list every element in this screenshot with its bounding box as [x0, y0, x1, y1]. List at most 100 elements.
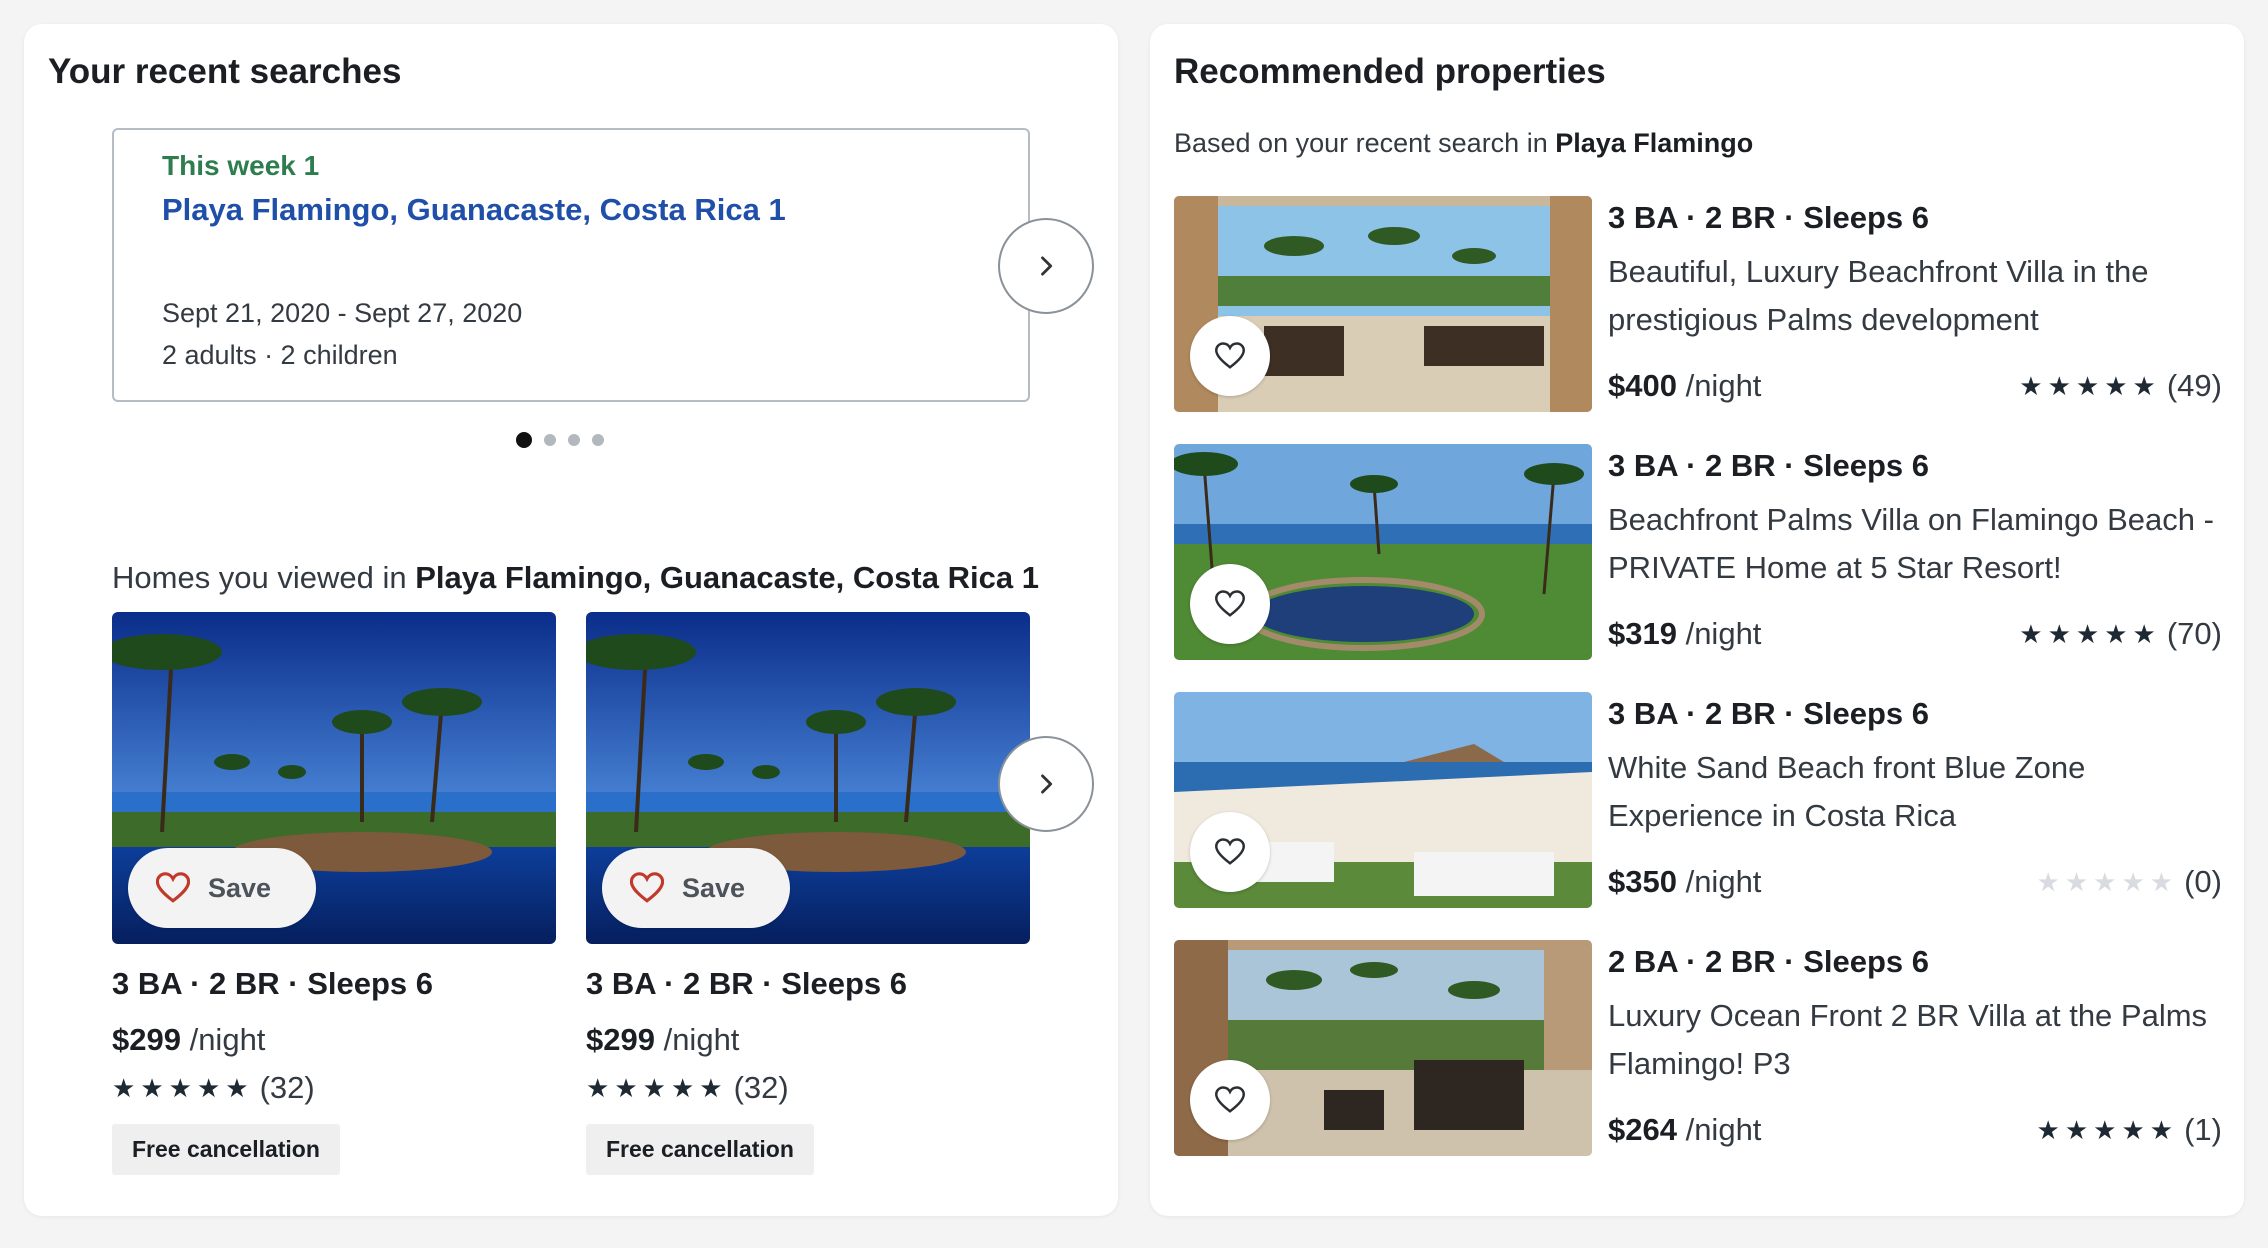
favorite-button[interactable]: [1190, 812, 1270, 892]
property-title-link[interactable]: White Sand Beach front Blue Zone Experie…: [1608, 744, 2218, 840]
search-pager: [516, 432, 604, 448]
star-icon: ★: [2064, 1114, 2090, 1145]
property-rating: ★ ★ ★ ★ ★ (49): [2019, 368, 2222, 404]
recent-searches-panel: Your recent searches This week 1 Playa F…: [24, 24, 1118, 1216]
star-icon: ★: [2104, 370, 2129, 401]
star-icon: ★: [2121, 1114, 2146, 1145]
property-rating: ★ ★ ★ ★ ★ (0): [2037, 864, 2222, 900]
star-icon: ★: [2149, 1114, 2175, 1145]
recommended-property[interactable]: 3 BA · 2 BR · Sleeps 6 White Sand Beach …: [1174, 692, 2222, 908]
recent-search-card[interactable]: This week 1 Playa Flamingo, Guanacaste, …: [112, 128, 1030, 402]
property-photo[interactable]: [1174, 196, 1592, 412]
recommended-property[interactable]: 2 BA · 2 BR · Sleeps 6 Luxury Ocean Fron…: [1174, 940, 2222, 1156]
heart-icon: [156, 872, 190, 903]
star-icon: ★: [2149, 866, 2175, 897]
star-icon: ★: [614, 1072, 639, 1103]
recommended-panel: Recommended properties Based on your rec…: [1150, 24, 2244, 1216]
pager-dot[interactable]: [544, 434, 556, 446]
based-place: Playa Flamingo: [1555, 128, 1754, 158]
recommended-property[interactable]: 3 BA · 2 BR · Sleeps 6 Beachfront Palms …: [1174, 444, 2222, 660]
price-unit: /night: [1676, 616, 1762, 651]
next-search-button[interactable]: [998, 218, 1094, 314]
recommended-title: Recommended properties: [1174, 52, 1606, 91]
star-icon: ★: [699, 1072, 724, 1103]
property-photo[interactable]: [1174, 940, 1592, 1156]
price-amount: $299: [586, 1022, 655, 1057]
recent-searches-title: Your recent searches: [48, 52, 402, 91]
price-amount: $350: [1608, 864, 1677, 899]
property-rating: ★ ★ ★ ★ ★ (70): [2019, 616, 2222, 652]
property-photo[interactable]: [1174, 692, 1592, 908]
star-icon: ★: [2019, 618, 2044, 649]
price-amount: $299: [112, 1022, 181, 1057]
home-photo[interactable]: Save: [586, 612, 1030, 944]
property-specs: 2 BA · 2 BR · Sleeps 6: [1608, 944, 1930, 979]
property-price: $319 /night: [1608, 616, 1761, 652]
heart-outline-icon: [1215, 342, 1245, 369]
property-photo[interactable]: [1174, 444, 1592, 660]
heart-icon: [630, 872, 664, 903]
next-homes-button[interactable]: [998, 736, 1094, 832]
heart-outline-icon: [1215, 590, 1245, 617]
price-unit: /night: [180, 1022, 266, 1057]
homes-viewed-prefix: Homes you viewed in: [112, 560, 416, 595]
property-rating: ★ ★ ★ ★ ★ (1): [2037, 1112, 2222, 1148]
viewed-home-card[interactable]: Save 3 BA · 2 BR · Sleeps 6 $299 /night …: [112, 612, 556, 1175]
favorite-button[interactable]: [1190, 564, 1270, 644]
property-title-link[interactable]: Beautiful, Luxury Beachfront Villa in th…: [1608, 248, 2218, 344]
property-title-link[interactable]: Luxury Ocean Front 2 BR Villa at the Pal…: [1608, 992, 2218, 1088]
star-icon: ★: [2075, 370, 2101, 401]
star-icon: ★: [642, 1072, 667, 1103]
search-guests: 2 adults · 2 children: [162, 340, 398, 370]
star-icon: ★: [2036, 1114, 2061, 1145]
property-specs: 3 BA · 2 BR · Sleeps 6: [1608, 200, 1930, 235]
viewed-home-card[interactable]: Save 3 BA · 2 BR · Sleeps 6 $299 /night …: [586, 612, 1030, 1175]
save-button[interactable]: Save: [128, 848, 316, 928]
price-unit: /night: [1676, 368, 1762, 403]
homes-viewed-place: Playa Flamingo, Guanacaste, Costa Rica 1: [415, 560, 1039, 595]
property-price: $350 /night: [1608, 864, 1761, 900]
star-icon: ★: [140, 1072, 165, 1103]
star-rating: ★ ★ ★ ★ ★: [2037, 1115, 2175, 1146]
recommended-subtitle: Based on your recent search in Playa Fla…: [1174, 128, 1753, 159]
save-label: Save: [208, 872, 272, 903]
star-icon: ★: [2104, 618, 2129, 649]
home-specs: 3 BA · 2 BR · Sleeps 6: [586, 966, 908, 1001]
property-title-link[interactable]: Beachfront Palms Villa on Flamingo Beach…: [1608, 496, 2218, 592]
star-icon: ★: [2121, 866, 2146, 897]
chevron-right-icon: [1041, 256, 1053, 276]
recommended-property[interactable]: 3 BA · 2 BR · Sleeps 6 Beautiful, Luxury…: [1174, 196, 2222, 412]
star-icon: ★: [2093, 1114, 2118, 1145]
star-rating: ★ ★ ★ ★ ★: [2019, 619, 2157, 650]
chevron-right-icon: [1041, 774, 1053, 794]
save-button[interactable]: Save: [602, 848, 790, 928]
home-rating: ★ ★ ★ ★ ★ (32): [586, 1070, 1030, 1106]
review-count: (1): [2184, 1112, 2222, 1147]
star-icon: ★: [2132, 370, 2157, 401]
star-icon: ★: [2019, 370, 2044, 401]
based-prefix: Based on your recent search in: [1174, 128, 1556, 158]
price-amount: $400: [1608, 368, 1677, 403]
property-specs: 3 BA · 2 BR · Sleeps 6: [1608, 448, 1930, 483]
home-photo[interactable]: Save: [112, 612, 556, 944]
pager-dot[interactable]: [592, 434, 604, 446]
free-cancellation-badge: Free cancellation: [586, 1124, 814, 1175]
pager-dot[interactable]: [568, 434, 580, 446]
price-amount: $319: [1608, 616, 1677, 651]
favorite-button[interactable]: [1190, 1060, 1270, 1140]
homes-viewed-heading: Homes you viewed in Playa Flamingo, Guan…: [112, 560, 1039, 596]
star-icon: ★: [196, 1072, 222, 1103]
price-unit: /night: [1676, 864, 1762, 899]
star-icon: ★: [586, 1072, 611, 1103]
search-destination-link[interactable]: Playa Flamingo, Guanacaste, Costa Rica 1: [162, 192, 980, 228]
home-rating: ★ ★ ★ ★ ★ (32): [112, 1070, 556, 1106]
star-rating: ★ ★ ★ ★ ★: [586, 1073, 724, 1104]
home-price: $299 /night: [112, 1022, 556, 1058]
favorite-button[interactable]: [1190, 316, 1270, 396]
star-icon: ★: [2093, 866, 2118, 897]
pager-dot[interactable]: [516, 432, 532, 448]
price-unit: /night: [654, 1022, 740, 1057]
star-rating: ★ ★ ★ ★ ★: [112, 1073, 250, 1104]
review-count: (49): [2166, 368, 2222, 403]
star-icon: ★: [670, 1072, 696, 1103]
